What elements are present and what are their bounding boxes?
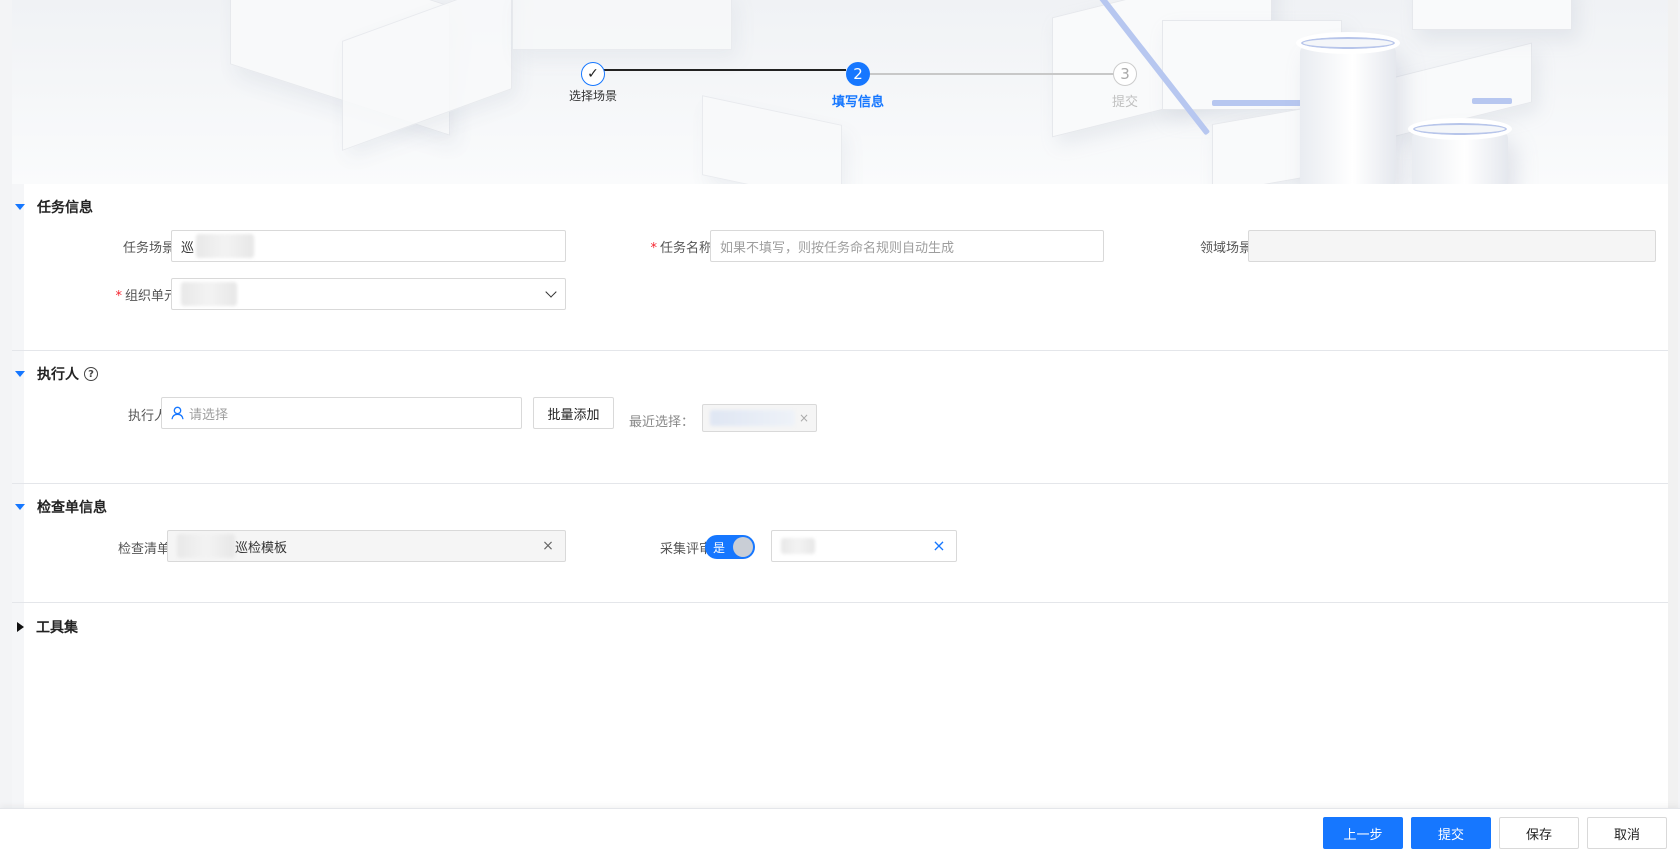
user-icon (171, 406, 184, 420)
section-toolset-header[interactable]: 工具集 (12, 617, 78, 637)
reviewer-input[interactable]: × (771, 530, 957, 562)
checklist-label: 检查清单 (117, 542, 170, 557)
batch-add-button[interactable]: 批量添加 (533, 397, 614, 429)
task-scene-label: 任务场景 (122, 241, 175, 256)
step-3-number[interactable]: 3 (1113, 62, 1137, 86)
org-unit-label-text: 组织单元 (124, 289, 177, 304)
step-line-pending (870, 73, 1124, 75)
org-unit-label: * 组织单元 (107, 285, 177, 304)
domain-scene-input[interactable] (1248, 230, 1656, 262)
checklist-value: 巡检模板 (235, 540, 288, 556)
section-title: 检查单信息 (37, 500, 107, 516)
section-title: 工具集 (36, 620, 78, 636)
step-1-check-icon[interactable]: ✓ (581, 62, 605, 86)
toggle-text: 是 (713, 541, 726, 555)
redacted-text (181, 282, 237, 306)
section-task-info-header[interactable]: 任务信息 (12, 197, 93, 217)
redacted-text (781, 538, 815, 554)
task-name-label-text: 任务名称 (659, 241, 712, 256)
toggle-knob (733, 537, 753, 557)
clear-icon[interactable]: × (932, 538, 946, 554)
help-icon[interactable]: ? (84, 367, 98, 381)
redacted-text (710, 410, 795, 426)
chevron-down-icon (545, 286, 557, 298)
domain-scene-label: 领域场景 (1199, 241, 1252, 256)
section-title: 执行人 (37, 367, 79, 383)
executor-input[interactable]: 请选择 (161, 397, 522, 429)
expand-caret-icon[interactable] (17, 622, 24, 632)
section-checklist-header[interactable]: 检查单信息 (12, 497, 107, 517)
task-scene-value: 巡 (181, 240, 195, 256)
collapse-caret-icon[interactable] (15, 504, 25, 510)
task-name-input[interactable]: 如果不填写，则按任务命名规则自动生成 (710, 230, 1104, 262)
steps-progress: ✓ 选择场景 2 填写信息 3 提交 (12, 0, 1678, 184)
required-mark: * (115, 289, 122, 304)
task-name-placeholder: 如果不填写，则按任务命名规则自动生成 (720, 240, 955, 256)
vertical-scrollbar[interactable] (1668, 0, 1678, 808)
step-3-label[interactable]: 提交 (1112, 91, 1138, 110)
section-divider (12, 350, 1678, 351)
recent-selection-tag[interactable]: × (702, 404, 817, 432)
step-1-label[interactable]: 选择场景 (569, 87, 617, 104)
required-mark: * (650, 241, 657, 256)
cancel-button[interactable]: 取消 (1587, 817, 1667, 849)
section-executor-header[interactable]: 执行人 ? (12, 364, 98, 384)
org-unit-select[interactable] (171, 278, 566, 310)
collapse-caret-icon[interactable] (15, 371, 25, 377)
task-scene-input[interactable]: 巡 (171, 230, 566, 262)
prev-step-button[interactable]: 上一步 (1323, 817, 1403, 849)
step-2-label[interactable]: 填写信息 (832, 91, 884, 110)
executor-placeholder: 请选择 (189, 407, 229, 423)
close-icon[interactable]: × (799, 411, 809, 425)
section-divider (12, 483, 1678, 484)
submit-button[interactable]: 提交 (1411, 817, 1491, 849)
save-button[interactable]: 保存 (1499, 817, 1579, 849)
redacted-text (196, 234, 255, 258)
task-name-label: * 任务名称 (622, 237, 712, 256)
page: ✓ 选择场景 2 填写信息 3 提交 任务信息 任务场景 巡 *任务名称 如果 (0, 0, 1680, 853)
footer-bar: 上一步 提交 保存 取消 (0, 808, 1680, 853)
collapse-caret-icon[interactable] (15, 204, 25, 210)
section-title: 任务信息 (37, 200, 93, 216)
recent-selection-label: 最近选择： (629, 415, 695, 430)
main-panel: ✓ 选择场景 2 填写信息 3 提交 任务信息 任务场景 巡 *任务名称 如果 (12, 0, 1678, 808)
checklist-input[interactable]: 巡检模板 × (167, 530, 566, 562)
executor-label: 执行人 (127, 409, 167, 424)
collect-review-label: 采集评审 (659, 542, 712, 557)
clear-icon[interactable]: × (541, 539, 555, 553)
step-2-number[interactable]: 2 (846, 62, 870, 86)
redacted-text (177, 534, 235, 558)
collect-review-toggle[interactable]: 是 (705, 535, 755, 559)
section-divider (12, 602, 1678, 603)
step-line-done (592, 69, 846, 71)
